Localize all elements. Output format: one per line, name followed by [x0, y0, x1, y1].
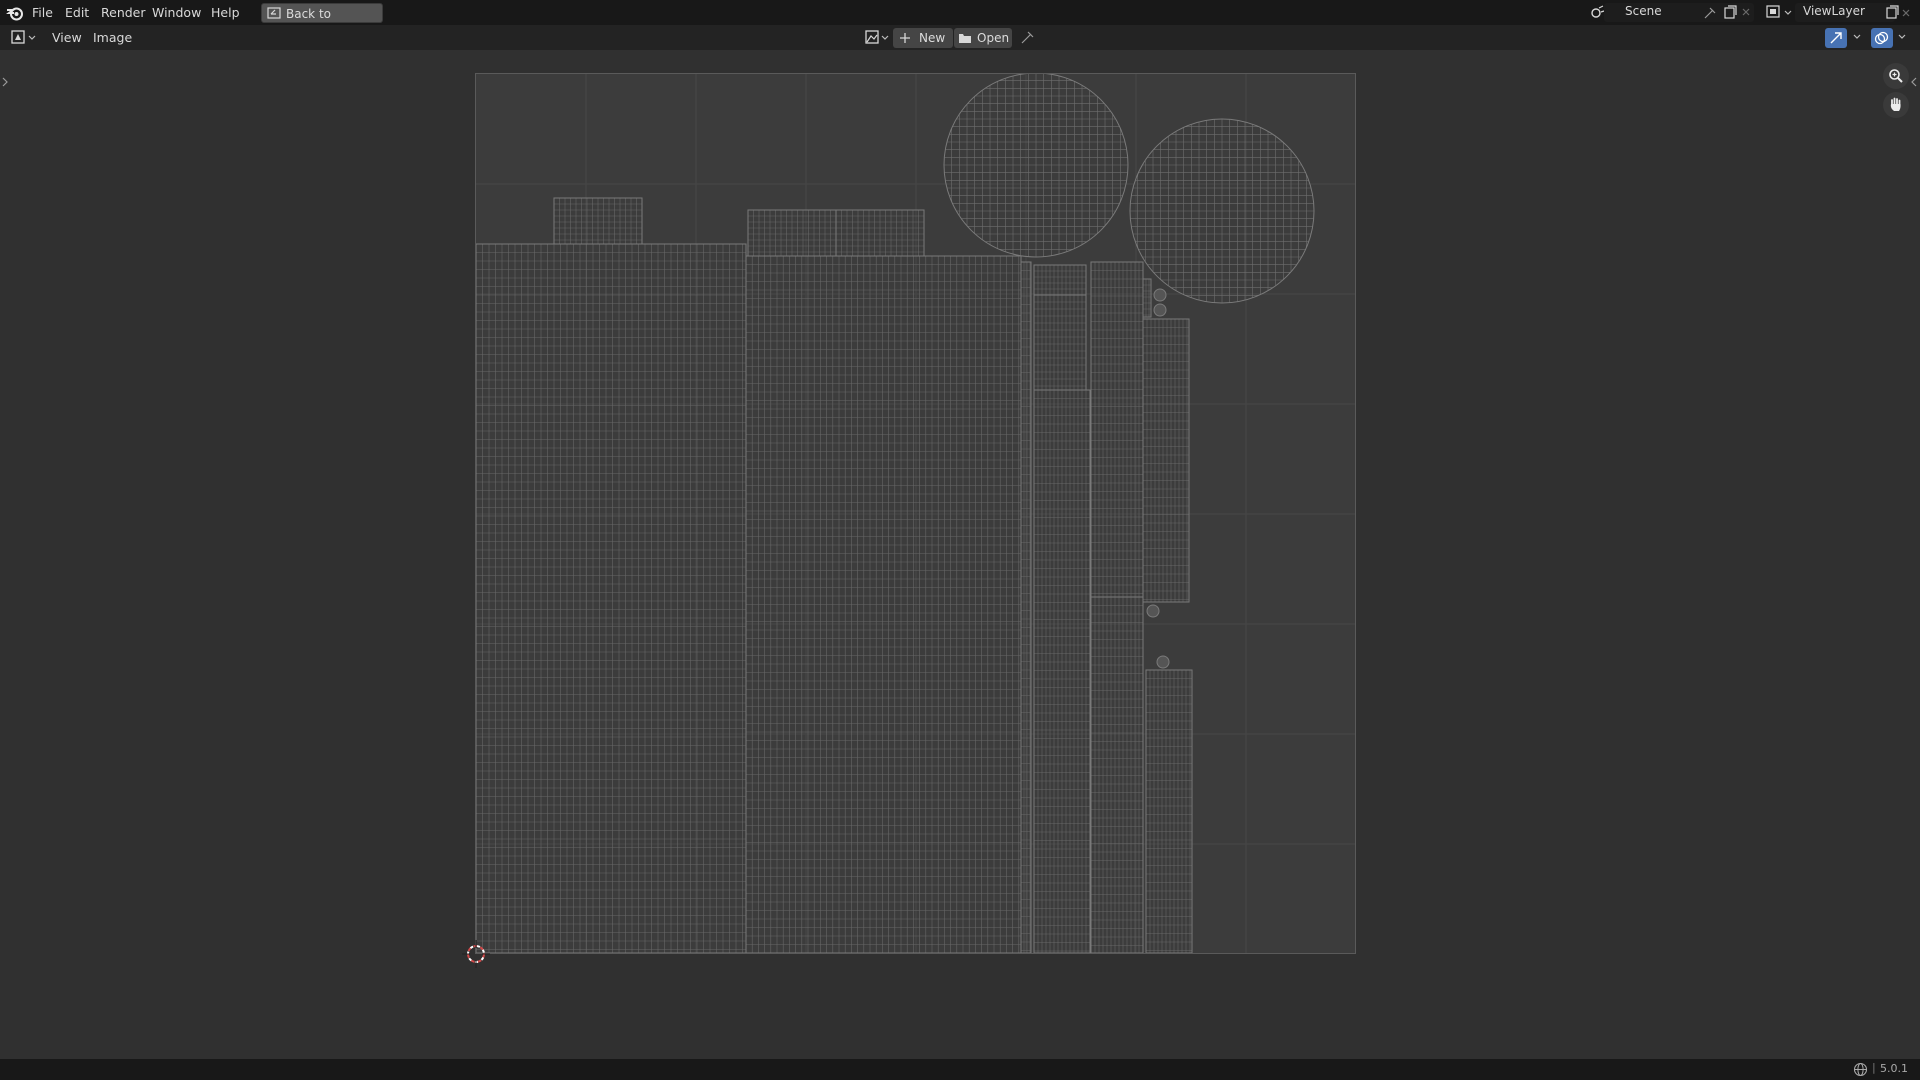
zoom-gizmo[interactable] [1883, 63, 1909, 89]
menu-edit[interactable]: Edit [65, 0, 89, 25]
image-browse-icon[interactable] [865, 30, 891, 45]
back-to-previous-button[interactable]: Back to Previous [261, 3, 383, 41]
pin-icon[interactable] [1021, 30, 1035, 44]
new-viewlayer-icon[interactable] [1885, 5, 1899, 19]
menu-help[interactable]: Help [211, 0, 240, 25]
menu-image[interactable]: Image [93, 25, 132, 50]
close-icon[interactable] [1901, 8, 1911, 18]
blender-version: 5.0.1 [1880, 1062, 1908, 1075]
back-icon [267, 7, 281, 19]
sidebar-toggle-icon[interactable] [1910, 76, 1918, 88]
overlay-toggle-button[interactable] [1871, 28, 1893, 48]
blender-logo-icon[interactable] [6, 4, 24, 21]
top-bar: File Edit Render Window Help Back to Pre… [0, 0, 1920, 41]
globe-icon [1853, 1062, 1868, 1077]
open-image-button[interactable]: Open [954, 28, 1012, 48]
chevron-down-icon[interactable] [1897, 32, 1907, 42]
menu-view[interactable]: View [52, 25, 82, 50]
plus-icon [900, 33, 910, 43]
chevron-down-icon[interactable] [1852, 32, 1862, 42]
folder-icon [959, 34, 971, 43]
image-editor-header: View Image New Open [0, 25, 1920, 50]
menu-file[interactable]: File [32, 0, 53, 25]
uv-canvas[interactable] [475, 73, 1356, 954]
scene-name: Scene [1625, 4, 1662, 18]
status-bar: | 5.0.1 [0, 1059, 1920, 1080]
uv-sync-icon [1830, 32, 1842, 44]
scene-selector[interactable]: Scene [1604, 3, 1754, 22]
pan-gizmo[interactable] [1883, 92, 1909, 118]
menu-window[interactable]: Window [152, 0, 201, 25]
hand-icon [1890, 97, 1901, 111]
new-label: New [919, 31, 946, 45]
toolbar-toggle-icon[interactable] [1, 76, 9, 88]
editor-type-icon[interactable] [11, 30, 39, 45]
2d-cursor-icon[interactable] [461, 939, 491, 969]
viewlayer-icon[interactable] [1766, 5, 1794, 20]
close-icon[interactable] [1741, 7, 1751, 17]
new-scene-icon[interactable] [1723, 5, 1737, 19]
viewlayer-selector[interactable]: ViewLayer [1795, 3, 1899, 22]
menu-render[interactable]: Render [101, 0, 146, 25]
zoom-icon [1889, 69, 1903, 83]
uv-sync-button[interactable] [1825, 28, 1847, 48]
viewlayer-name: ViewLayer [1803, 4, 1865, 18]
overlay-icon [1874, 31, 1889, 45]
new-image-button[interactable]: New [893, 28, 953, 48]
status-separator: | [1872, 1061, 1876, 1074]
open-label: Open [977, 31, 1010, 45]
pin-icon[interactable] [1704, 6, 1717, 19]
uv-mesh-layout [476, 74, 1355, 953]
